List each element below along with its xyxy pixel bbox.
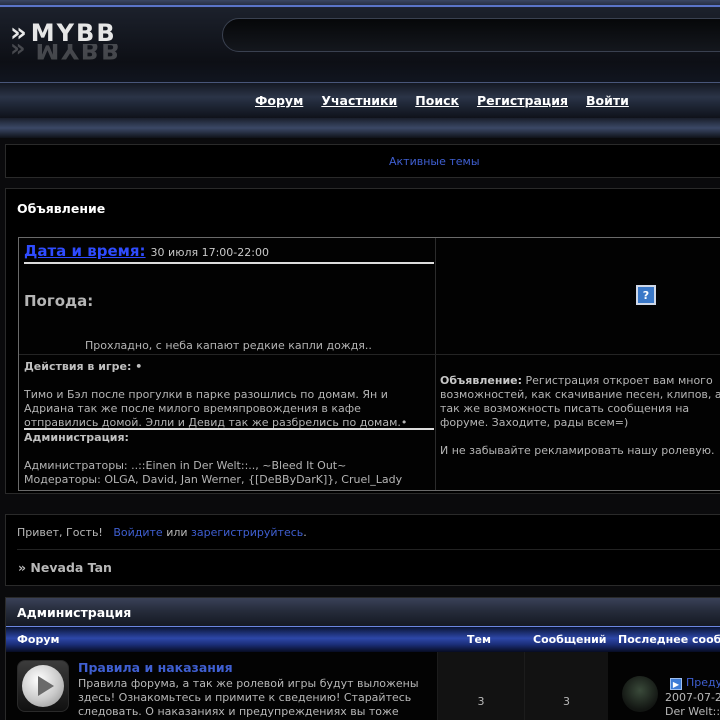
guest-panel: Привет, Гость! Войдите или зарегистрируй… xyxy=(5,514,720,586)
datetime-underline xyxy=(24,262,434,264)
guest-greeting-text: Привет, Гость! xyxy=(17,526,103,539)
avatar[interactable] xyxy=(622,676,658,712)
forum-category: Администрация Форум Тем Сообщений Послед… xyxy=(5,597,720,720)
nav-forum[interactable]: Форум xyxy=(255,93,303,108)
moderators-list: Модераторы: OLGA, David, Jan Werner, {[D… xyxy=(24,473,403,486)
category-header[interactable]: Администрация xyxy=(6,598,720,626)
nav-register[interactable]: Регистрация xyxy=(477,93,568,108)
announcement-right-text: Объявление: Регистрация откроет вам мног… xyxy=(440,374,720,430)
datetime-label: Дата и время: xyxy=(24,242,146,260)
login-link[interactable]: Войдите xyxy=(113,526,162,539)
announcement-right-text-2: И не забывайте рекламировать нашу ролеву… xyxy=(440,444,715,457)
header: » MYBB » MYBB xyxy=(0,0,720,138)
col-topics: Тем xyxy=(467,633,491,646)
forum-name-link[interactable]: Правила и наказания xyxy=(78,660,233,675)
question-mark-icon: ? xyxy=(636,285,656,305)
last-post-arrow-icon[interactable]: ▶ xyxy=(670,678,682,690)
forum-row: Правила и наказания Правила форума, а та… xyxy=(6,652,720,720)
weather-label: Погода: xyxy=(24,292,94,310)
breadcrumb[interactable]: » Nevada Tan xyxy=(18,560,112,575)
announcement-right-label: Объявление: xyxy=(440,374,523,387)
logo-reflection-text: MYBB xyxy=(35,44,122,64)
forum-cell: Правила и наказания Правила форума, а та… xyxy=(6,652,437,720)
announcement-row-divider xyxy=(19,354,720,355)
nav-search[interactable]: Поиск xyxy=(415,93,459,108)
col-last-post: Последнее сооб xyxy=(618,633,720,646)
guest-or: или xyxy=(166,526,188,539)
weather-value: Прохладно, с неба капают редкие капли до… xyxy=(85,339,372,352)
posts-cell: 3 xyxy=(524,652,608,720)
admin-label: Администрация: xyxy=(24,431,129,444)
header-lower-band xyxy=(0,118,720,138)
main-nav: Форум Участники Поиск Регистрация Войти xyxy=(255,93,629,108)
last-post-cell: ▶ Преду 2007-07-2 Der Welt:: xyxy=(608,652,720,720)
category-columns: Форум Тем Сообщений Последнее сооб xyxy=(6,626,720,652)
active-topics-link[interactable]: Активные темы xyxy=(389,155,480,168)
last-post-date: 2007-07-2 xyxy=(665,691,720,704)
announcement-box: Дата и время: 30 июля 17:00-22:00 Погода… xyxy=(18,237,720,491)
logo-text: MYBB xyxy=(30,19,117,47)
posts-count: 3 xyxy=(563,695,570,708)
category-title: Администрация xyxy=(17,605,132,620)
forum-description: Правила форума, а так же ролевой игры бу… xyxy=(78,677,419,718)
topics-cell: 3 xyxy=(437,652,524,720)
forum-status-play-icon xyxy=(17,660,69,712)
guest-divider xyxy=(17,549,720,550)
nav-members[interactable]: Участники xyxy=(321,93,397,108)
nav-login[interactable]: Войти xyxy=(586,93,629,108)
register-link[interactable]: зарегистрируйтесь xyxy=(191,526,303,539)
guest-period: . xyxy=(303,526,307,539)
col-forum: Форум xyxy=(17,633,60,646)
guest-greeting: Привет, Гость! Войдите или зарегистрируй… xyxy=(17,526,307,539)
actions-label: Действия в игре: • xyxy=(24,360,143,373)
datetime-block: Дата и время: 30 июля 17:00-22:00 xyxy=(24,242,269,260)
topics-count: 3 xyxy=(477,695,485,708)
logo-reflection: » MYBB xyxy=(10,44,121,64)
last-post-author: Der Welt:: xyxy=(665,705,720,718)
last-post-link[interactable]: Преду xyxy=(686,676,720,689)
header-search-box xyxy=(222,18,720,52)
announcement-title: Объявление xyxy=(17,201,106,216)
header-blue-stripe xyxy=(0,5,720,7)
admins-list: Администраторы: ..::Einen in Der Welt::.… xyxy=(24,459,347,472)
actions-text: Тимо и Бэл после прогулки в парке разошл… xyxy=(24,388,408,429)
active-topics-panel: Активные темы xyxy=(5,144,720,178)
datetime-value: 30 июля 17:00-22:00 xyxy=(150,246,269,259)
actions-underline xyxy=(24,428,434,430)
announcement-column-divider xyxy=(435,238,436,490)
col-posts: Сообщений xyxy=(533,633,607,646)
logo-reflection-arrows: » xyxy=(10,44,28,64)
announcement-panel: Объявление Дата и время: 30 июля 17:00-2… xyxy=(5,188,720,494)
